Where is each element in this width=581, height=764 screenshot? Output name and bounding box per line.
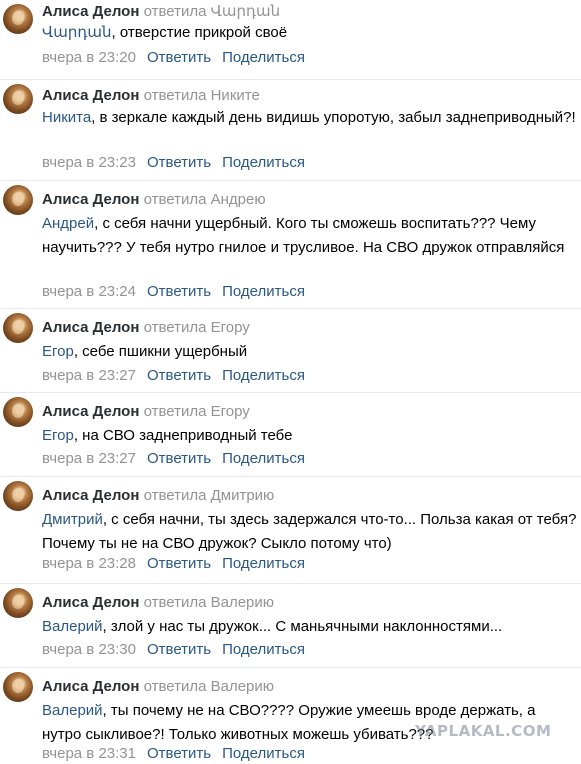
replied-to[interactable]: ответила Վարդան — [144, 3, 281, 20]
comment-text: Никита, в зеркале каждый день видишь упо… — [42, 106, 577, 130]
comment-body: , злой у нас ты дружок... С маньячными н… — [102, 618, 503, 635]
replied-to[interactable]: ответила Никите — [144, 87, 260, 104]
timestamp[interactable]: вчера в 23:20 — [42, 49, 136, 66]
comment-text: Егор, на СВО заднеприводный тебе — [42, 424, 577, 448]
author-name[interactable]: Алиса Делон — [42, 87, 139, 104]
replied-to[interactable]: ответила Дмитрию — [144, 487, 275, 504]
comment-header: Алиса Делон ответила Валерию — [42, 593, 274, 613]
comment-body: , в зеркале каждый день видишь упоротую,… — [91, 109, 576, 126]
author-name[interactable]: Алиса Делон — [42, 191, 139, 208]
timestamp[interactable]: вчера в 23:24 — [42, 283, 136, 300]
addressee-link[interactable]: Վարդան — [42, 24, 112, 41]
comment-text: Վարդան, отверстие прикрой своё — [42, 21, 577, 45]
reply-button[interactable]: Ответить — [147, 555, 211, 572]
comment: Алиса Делон ответила Егору Егор, себе пш… — [0, 309, 581, 393]
share-button[interactable]: Поделиться — [222, 367, 305, 384]
author-name[interactable]: Алиса Делон — [42, 594, 139, 611]
reply-button[interactable]: Ответить — [147, 154, 211, 171]
comment-meta: вчера в 23:24 Ответить Поделиться — [42, 282, 305, 302]
replied-to[interactable]: ответила Егору — [144, 319, 250, 336]
comment-body: , на СВО заднеприводный тебе — [73, 427, 293, 444]
avatar[interactable] — [3, 84, 33, 114]
timestamp[interactable]: вчера в 23:27 — [42, 450, 136, 467]
addressee-link[interactable]: Никита — [42, 109, 91, 126]
comment-meta: вчера в 23:27 Ответить Поделиться — [42, 366, 305, 386]
timestamp[interactable]: вчера в 23:28 — [42, 555, 136, 572]
comment-header: Алиса Делон ответила Никите — [42, 86, 260, 106]
comment: Алиса Делон ответила Дмитрию Дмитрий, с … — [0, 477, 581, 584]
avatar[interactable] — [3, 4, 33, 34]
share-button[interactable]: Поделиться — [222, 154, 305, 171]
replied-to[interactable]: ответила Валерию — [144, 594, 274, 611]
comment-meta: вчера в 23:31 Ответить Поделиться — [42, 744, 305, 764]
reply-button[interactable]: Ответить — [147, 49, 211, 66]
comment-body: , отверстие прикрой своё — [111, 24, 288, 41]
reply-button[interactable]: Ответить — [147, 283, 211, 300]
addressee-link[interactable]: Егор — [42, 343, 74, 360]
replied-to[interactable]: ответила Егору — [144, 403, 250, 420]
comment-text: Валерий, злой у нас ты дружок... С манья… — [42, 615, 577, 639]
avatar[interactable] — [3, 313, 33, 343]
comment-header: Алиса Делон ответила Дмитрию — [42, 486, 274, 506]
comment-header: Алиса Делон ответила Егору — [42, 402, 250, 422]
addressee-link[interactable]: Валерий — [42, 618, 103, 635]
comment-header: Алиса Делон ответила Վարդան — [42, 2, 280, 22]
comment-meta: вчера в 23:30 Ответить Поделиться — [42, 640, 305, 660]
avatar[interactable] — [3, 397, 33, 427]
share-button[interactable]: Поделиться — [222, 49, 305, 66]
avatar[interactable] — [3, 185, 33, 215]
comment: Алиса Делон ответила Егору Егор, на СВО … — [0, 393, 581, 477]
comment-body: , себе пшикни ущербный — [73, 343, 248, 360]
comment-header: Алиса Делон ответила Валерию — [42, 677, 274, 697]
replied-to[interactable]: ответила Валерию — [144, 678, 274, 695]
author-name[interactable]: Алиса Делон — [42, 403, 139, 420]
comment: Алиса Делон ответила Валерию Валерий, ты… — [0, 668, 581, 764]
addressee-link[interactable]: Валерий — [42, 702, 103, 719]
comment: Алиса Делон ответила Никите Никита, в зе… — [0, 80, 581, 181]
author-name[interactable]: Алиса Делон — [42, 487, 139, 504]
reply-button[interactable]: Ответить — [147, 641, 211, 658]
comment-header: Алиса Делон ответила Андрею — [42, 190, 266, 210]
avatar[interactable] — [3, 672, 33, 702]
watermark: YAPLAKAL.COM — [415, 722, 552, 740]
comment-meta: вчера в 23:27 Ответить Поделиться — [42, 449, 305, 469]
addressee-link[interactable]: Андрей — [42, 215, 94, 232]
comment-meta: вчера в 23:20 Ответить Поделиться — [42, 48, 305, 68]
reply-button[interactable]: Ответить — [147, 745, 211, 762]
timestamp[interactable]: вчера в 23:23 — [42, 154, 136, 171]
comment-body: , с себя начни, ты здесь задержался что-… — [42, 511, 577, 552]
addressee-link[interactable]: Егор — [42, 427, 74, 444]
comment: Алиса Делон ответила Վարդան Վարդան, отве… — [0, 0, 581, 80]
comment-meta: вчера в 23:23 Ответить Поделиться — [42, 153, 305, 173]
author-name[interactable]: Алиса Делон — [42, 319, 139, 336]
reply-button[interactable]: Ответить — [147, 450, 211, 467]
share-button[interactable]: Поделиться — [222, 641, 305, 658]
avatar[interactable] — [3, 481, 33, 511]
reply-button[interactable]: Ответить — [147, 367, 211, 384]
author-name[interactable]: Алиса Делон — [42, 3, 139, 20]
share-button[interactable]: Поделиться — [222, 450, 305, 467]
comment-text: Дмитрий, с себя начни, ты здесь задержал… — [42, 508, 577, 556]
replied-to[interactable]: ответила Андрею — [144, 191, 266, 208]
addressee-link[interactable]: Дмитрий — [42, 511, 103, 528]
author-name[interactable]: Алиса Делон — [42, 678, 139, 695]
share-button[interactable]: Поделиться — [222, 745, 305, 762]
timestamp[interactable]: вчера в 23:30 — [42, 641, 136, 658]
share-button[interactable]: Поделиться — [222, 283, 305, 300]
comment-text: Андрей, с себя начни ущербный. Кого ты с… — [42, 212, 577, 260]
avatar[interactable] — [3, 588, 33, 618]
comment-header: Алиса Делон ответила Егору — [42, 318, 250, 338]
comment-body: , с себя начни ущербный. Кого ты сможешь… — [42, 215, 565, 256]
comment-meta: вчера в 23:28 Ответить Поделиться — [42, 554, 305, 574]
timestamp[interactable]: вчера в 23:31 — [42, 745, 136, 762]
comment-text: Егор, себе пшикни ущербный — [42, 340, 577, 364]
timestamp[interactable]: вчера в 23:27 — [42, 367, 136, 384]
comment: Алиса Делон ответила Валерию Валерий, зл… — [0, 584, 581, 668]
comment: Алиса Делон ответила Андрею Андрей, с се… — [0, 181, 581, 309]
share-button[interactable]: Поделиться — [222, 555, 305, 572]
